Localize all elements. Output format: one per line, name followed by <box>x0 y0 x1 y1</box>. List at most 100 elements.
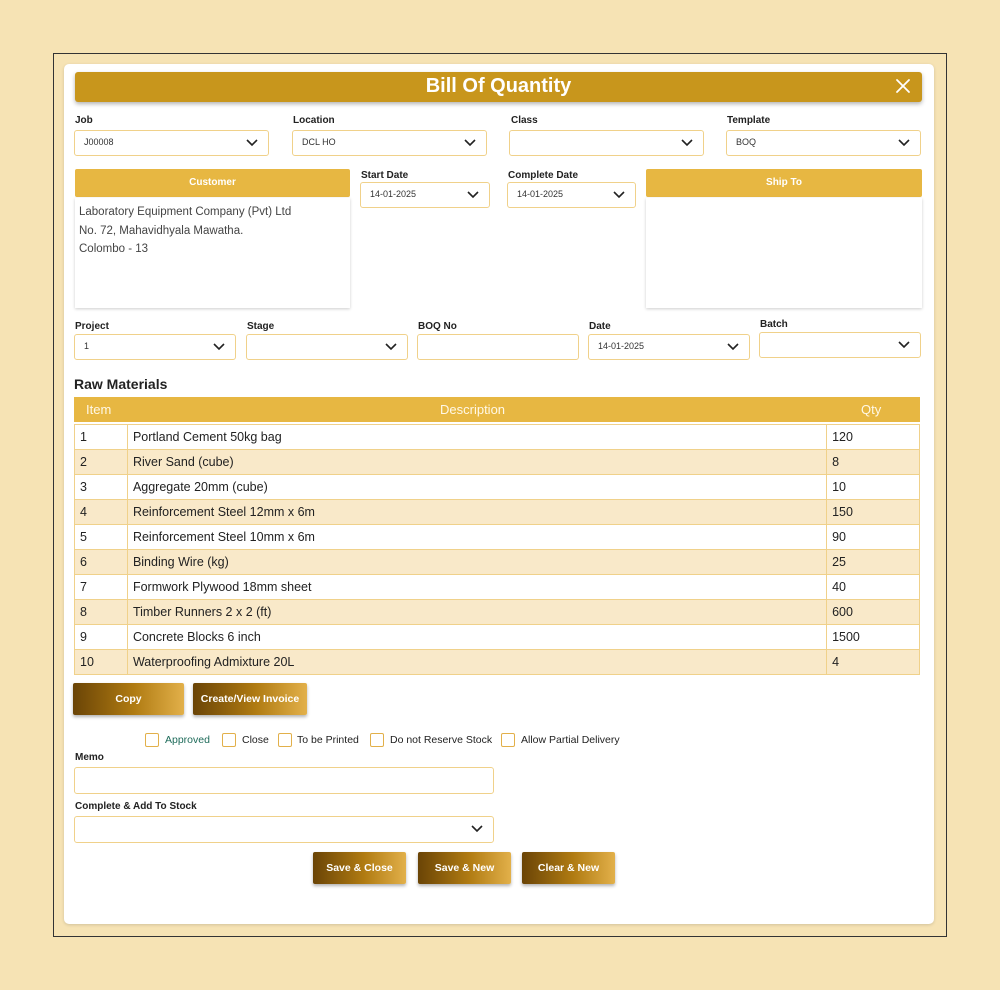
chevron-down-icon <box>213 343 225 351</box>
item-cell: 4 <box>74 499 128 525</box>
qty-cell: 40 <box>826 574 920 600</box>
dialog-titlebar: Bill Of Quantity <box>75 72 922 102</box>
table-row[interactable]: 3 Aggregate 20mm (cube) 10 <box>74 474 920 500</box>
batch-label: Batch <box>760 319 788 330</box>
save-new-button[interactable]: Save & New <box>418 852 511 884</box>
memo-input[interactable] <box>74 767 494 794</box>
stage-label: Stage <box>247 321 275 332</box>
project-value: 1 <box>84 341 90 351</box>
item-cell: 1 <box>74 424 128 450</box>
description-cell: Reinforcement Steel 10mm x 6m <box>126 524 828 550</box>
job-select[interactable]: J00008 <box>74 130 269 156</box>
job-label: Job <box>75 115 93 126</box>
start-date-value: 14-01-2025 <box>370 189 417 199</box>
table-row[interactable]: 9 Concrete Blocks 6 inch 1500 <box>74 624 920 650</box>
complete-add-select[interactable] <box>74 816 494 843</box>
close-checkbox[interactable] <box>222 733 236 747</box>
date-picker[interactable]: 14-01-2025 <box>588 334 750 360</box>
ship-to-address[interactable] <box>646 198 922 308</box>
partial-delivery-label: Allow Partial Delivery <box>521 734 620 746</box>
class-select[interactable] <box>509 130 704 156</box>
description-cell: Timber Runners 2 x 2 (ft) <box>126 599 828 625</box>
qty-cell: 10 <box>826 474 920 500</box>
item-cell: 10 <box>74 649 128 675</box>
item-cell: 9 <box>74 624 128 650</box>
copy-button[interactable]: Copy <box>73 683 184 715</box>
complete-date-value: 14-01-2025 <box>517 189 564 199</box>
customer-address-line: No. 72, Mahavidhyala Mawatha. <box>79 224 244 237</box>
column-header-item: Item <box>86 402 112 417</box>
chevron-down-icon <box>613 191 625 199</box>
project-select[interactable]: 1 <box>74 334 236 360</box>
to-be-printed-checkbox[interactable] <box>278 733 292 747</box>
chevron-down-icon <box>464 139 476 147</box>
chevron-down-icon <box>898 341 910 349</box>
description-cell: Waterproofing Admixture 20L <box>126 649 828 675</box>
item-cell: 3 <box>74 474 128 500</box>
description-cell: Aggregate 20mm (cube) <box>126 474 828 500</box>
to-be-printed-label: To be Printed <box>297 734 359 746</box>
stage-select[interactable] <box>246 334 408 360</box>
memo-label: Memo <box>75 752 104 763</box>
qty-cell: 90 <box>826 524 920 550</box>
date-value: 14-01-2025 <box>598 341 645 351</box>
description-cell: Portland Cement 50kg bag <box>126 424 828 450</box>
customer-address-line: Laboratory Equipment Company (Pvt) Ltd <box>79 206 292 218</box>
table-row[interactable]: 1 Portland Cement 50kg bag 120 <box>74 424 920 450</box>
boq-no-label: BOQ No <box>418 321 457 332</box>
template-select[interactable]: BOQ <box>726 130 921 156</box>
qty-cell: 600 <box>826 599 920 625</box>
template-label: Template <box>727 115 771 126</box>
column-header-qty: Qty <box>861 402 882 417</box>
no-reserve-stock-label: Do not Reserve Stock <box>390 734 493 746</box>
chevron-down-icon <box>385 343 397 351</box>
chevron-down-icon <box>681 139 693 147</box>
chevron-down-icon <box>898 139 910 147</box>
table-row[interactable]: 7 Formwork Plywood 18mm sheet 40 <box>74 574 920 600</box>
table-row[interactable]: 2 River Sand (cube) 8 <box>74 449 920 475</box>
ship-to-header: Ship To <box>646 169 922 197</box>
location-select[interactable]: DCL HO <box>292 130 487 156</box>
close-icon[interactable] <box>894 77 912 95</box>
close-label: Close <box>242 734 269 746</box>
qty-cell: 150 <box>826 499 920 525</box>
item-cell: 6 <box>74 549 128 575</box>
no-reserve-stock-checkbox[interactable] <box>370 733 384 747</box>
job-value: J00008 <box>84 137 114 147</box>
qty-cell: 1500 <box>826 624 920 650</box>
item-cell: 8 <box>74 599 128 625</box>
description-cell: Concrete Blocks 6 inch <box>126 624 828 650</box>
approved-label: Approved <box>165 734 210 746</box>
table-row[interactable]: 4 Reinforcement Steel 12mm x 6m 150 <box>74 499 920 525</box>
description-cell: Formwork Plywood 18mm sheet <box>126 574 828 600</box>
start-date-picker[interactable]: 14-01-2025 <box>360 182 490 208</box>
complete-add-label: Complete & Add To Stock <box>75 801 197 812</box>
approved-checkbox[interactable] <box>145 733 159 747</box>
clear-new-button[interactable]: Clear & New <box>522 852 615 884</box>
batch-select[interactable] <box>759 332 921 358</box>
qty-cell: 120 <box>826 424 920 450</box>
table-row[interactable]: 6 Binding Wire (kg) 25 <box>74 549 920 575</box>
customer-address-line: Colombo - 13 <box>79 243 149 255</box>
complete-date-label: Complete Date <box>508 170 579 181</box>
chevron-down-icon <box>246 139 258 147</box>
table-row[interactable]: 8 Timber Runners 2 x 2 (ft) 600 <box>74 599 920 625</box>
boq-no-input[interactable] <box>417 334 579 360</box>
project-label: Project <box>75 321 109 332</box>
description-cell: Binding Wire (kg) <box>126 549 828 575</box>
template-value: BOQ <box>736 137 757 147</box>
class-label: Class <box>511 115 538 126</box>
save-close-button[interactable]: Save & Close <box>313 852 406 884</box>
table-row[interactable]: 10 Waterproofing Admixture 20L 4 <box>74 649 920 675</box>
qty-cell: 25 <box>826 549 920 575</box>
date-label: Date <box>589 321 611 332</box>
create-view-invoice-button[interactable]: Create/View Invoice <box>193 683 307 715</box>
chevron-down-icon <box>467 191 479 199</box>
item-cell: 5 <box>74 524 128 550</box>
qty-cell: 8 <box>826 449 920 475</box>
partial-delivery-checkbox[interactable] <box>501 733 515 747</box>
chevron-down-icon <box>471 825 483 833</box>
complete-date-picker[interactable]: 14-01-2025 <box>507 182 636 208</box>
item-cell: 2 <box>74 449 128 475</box>
table-row[interactable]: 5 Reinforcement Steel 10mm x 6m 90 <box>74 524 920 550</box>
